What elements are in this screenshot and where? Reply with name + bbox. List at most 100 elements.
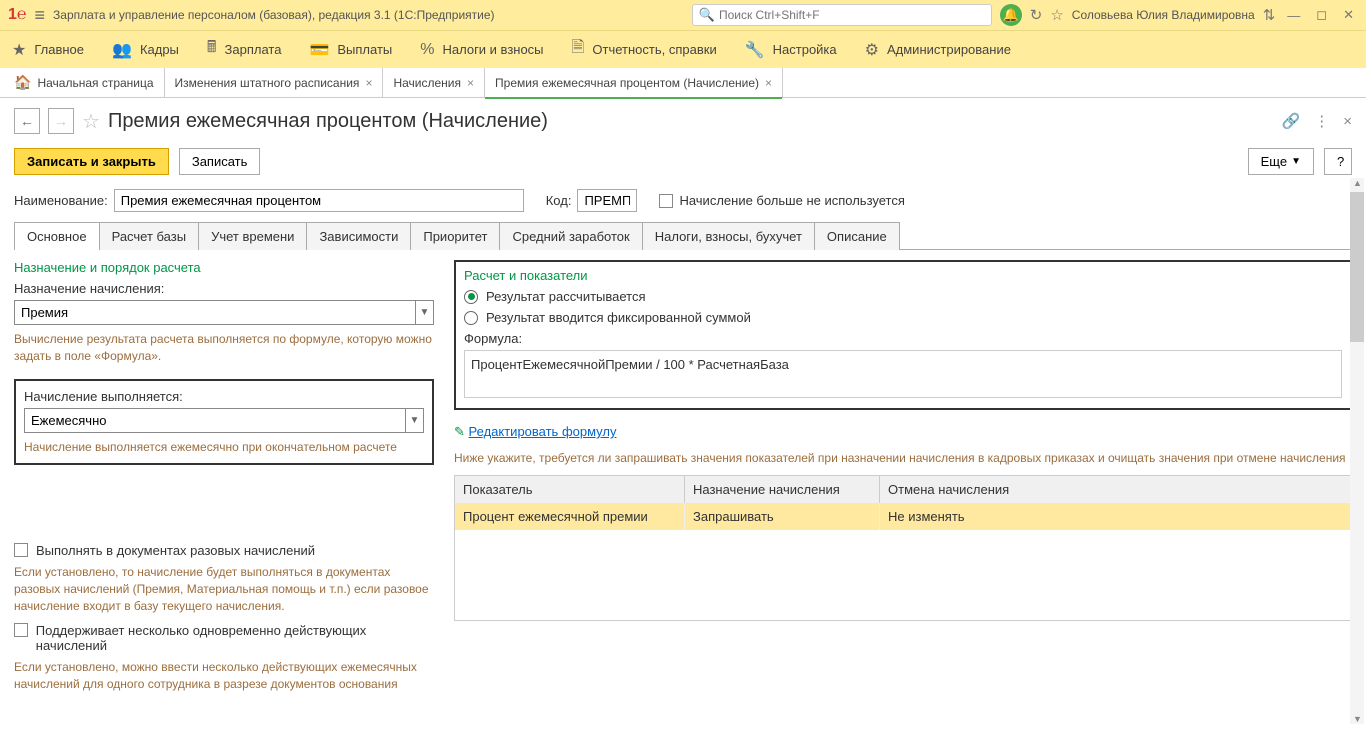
nav-back-button[interactable]: ← [14, 108, 40, 134]
link-icon[interactable]: 🔗 [1282, 112, 1301, 130]
calc-hint: Ниже укажите, требуется ли запрашивать з… [454, 450, 1352, 467]
td-cancel: Не изменять [880, 503, 1351, 530]
app-title: Зарплата и управление персоналом (базова… [53, 8, 495, 22]
assign-input[interactable] [15, 301, 415, 324]
gear-icon: ⚙ [865, 40, 879, 60]
menu-vyplaty[interactable]: 💳Выплаты [309, 40, 392, 60]
perform-input[interactable] [25, 409, 405, 432]
home-icon: 🏠 [14, 74, 31, 91]
wallet-icon: 💳 [309, 40, 329, 60]
close-icon[interactable]: × [365, 76, 372, 90]
cb1-row: Выполнять в документах разовых начислени… [14, 543, 434, 558]
star-icon[interactable]: ☆ [1050, 6, 1063, 24]
ctab-priority[interactable]: Приоритет [410, 222, 500, 250]
perform-select[interactable]: ▼ [24, 408, 424, 433]
not-used-checkbox[interactable] [659, 194, 673, 208]
cb1-checkbox[interactable] [14, 543, 28, 557]
menu-otchet[interactable]: 🗎Отчетность, справки [572, 36, 717, 63]
main-content: Назначение и порядок расчета Назначение … [0, 250, 1366, 743]
perform-box: Начисление выполняется: ▼ Начисление вып… [14, 379, 434, 466]
kebab-icon[interactable]: ⋮ [1314, 112, 1329, 130]
th-indicator: Показатель [455, 476, 685, 503]
cb2-hint: Если установлено, можно ввести несколько… [14, 659, 434, 693]
scrollbar[interactable] [1350, 178, 1364, 724]
section-purpose: Назначение и порядок расчета [14, 260, 434, 275]
scroll-thumb[interactable] [1350, 192, 1364, 342]
radio1-label: Результат рассчитывается [486, 289, 646, 304]
favorite-icon[interactable]: ☆ [82, 109, 100, 134]
menu-nastroika[interactable]: 🔧Настройка [745, 40, 837, 60]
top-bar: 1℮ ≡ Зарплата и управление персоналом (б… [0, 0, 1366, 30]
main-menu: ★Главное 👥Кадры 🖩Зарплата 💳Выплаты %Нало… [0, 30, 1366, 68]
content-tabs: Основное Расчет базы Учет времени Зависи… [14, 222, 1352, 250]
left-column: Назначение и порядок расчета Назначение … [14, 260, 434, 733]
table-header: Показатель Назначение начисления Отмена … [455, 476, 1351, 503]
ctab-desc[interactable]: Описание [814, 222, 900, 250]
ctab-deps[interactable]: Зависимости [306, 222, 411, 250]
th-assign: Назначение начисления [685, 476, 880, 503]
tab-staffing[interactable]: Изменения штатного расписания× [165, 68, 384, 98]
tab-current[interactable]: Премия ежемесячная процентом (Начисление… [485, 68, 783, 98]
table-empty [455, 530, 1351, 620]
page-title: Премия ежемесячная процентом (Начисление… [108, 110, 548, 133]
assign-select[interactable]: ▼ [14, 300, 434, 325]
close-icon[interactable]: × [467, 76, 474, 90]
edit-formula-link[interactable]: Редактировать формулу [469, 424, 617, 439]
radio2[interactable] [464, 311, 478, 325]
menu-kadry[interactable]: 👥Кадры [112, 40, 179, 60]
menu-zarplata[interactable]: 🖩Зарплата [207, 36, 282, 63]
star-filled-icon: ★ [12, 40, 26, 60]
ctab-avg[interactable]: Средний заработок [499, 222, 642, 250]
radio2-row[interactable]: Результат вводится фиксированной суммой [464, 310, 1342, 325]
close-page-icon[interactable]: × [1343, 113, 1352, 130]
menu-nalogi[interactable]: %Налоги и взносы [420, 41, 543, 59]
document-tabs: 🏠Начальная страница Изменения штатного р… [0, 68, 1366, 98]
indicators-table: Показатель Назначение начисления Отмена … [454, 475, 1352, 621]
close-icon[interactable]: ✕ [1339, 7, 1358, 23]
menu-admin[interactable]: ⚙Администрирование [865, 40, 1011, 60]
radio1-row[interactable]: Результат рассчитывается [464, 289, 1342, 304]
calc-box: Расчет и показатели Результат рассчитыва… [454, 260, 1352, 410]
ctab-base[interactable]: Расчет базы [99, 222, 200, 250]
save-button[interactable]: Записать [179, 148, 261, 175]
radio1[interactable] [464, 290, 478, 304]
more-button[interactable]: Еще▼ [1248, 148, 1314, 175]
bell-icon[interactable]: 🔔 [1000, 4, 1022, 26]
tab-home[interactable]: 🏠Начальная страница [4, 68, 165, 98]
code-input[interactable] [577, 189, 637, 212]
assign-hint: Вычисление результата расчета выполняетс… [14, 331, 434, 365]
percent-icon: % [420, 41, 434, 59]
code-label: Код: [546, 193, 572, 208]
close-icon[interactable]: × [765, 76, 772, 90]
cb1-hint: Если установлено, то начисление будет вы… [14, 564, 434, 614]
hamburger-icon[interactable]: ≡ [35, 5, 46, 26]
perform-hint: Начисление выполняется ежемесячно при ок… [24, 439, 424, 456]
maximize-icon[interactable]: ◻ [1312, 7, 1331, 23]
ctab-main[interactable]: Основное [14, 222, 100, 250]
td-assign: Запрашивать [685, 503, 880, 530]
perform-label: Начисление выполняется: [24, 389, 424, 404]
menu-main[interactable]: ★Главное [12, 40, 84, 60]
search-box[interactable]: 🔍 [692, 4, 992, 26]
tab-accruals[interactable]: Начисления× [383, 68, 485, 98]
ctab-tax[interactable]: Налоги, взносы, бухучет [642, 222, 815, 250]
th-cancel: Отмена начисления [880, 476, 1351, 503]
save-close-button[interactable]: Записать и закрыть [14, 148, 169, 175]
name-input[interactable] [114, 189, 524, 212]
search-input[interactable] [719, 8, 985, 22]
chevron-down-icon[interactable]: ▼ [405, 409, 423, 432]
nav-forward-button[interactable]: → [48, 108, 74, 134]
name-row: Наименование: Код: Начисление больше не … [0, 185, 1366, 216]
minimize-icon[interactable]: — [1283, 8, 1304, 23]
formula-box[interactable]: ПроцентЕжемесячнойПремии / 100 * Расчетн… [464, 350, 1342, 398]
chevron-down-icon[interactable]: ▼ [415, 301, 433, 324]
logo-1c: 1℮ [8, 6, 27, 24]
cb2-checkbox[interactable] [14, 623, 28, 637]
filter-icon[interactable]: ⇅ [1263, 6, 1276, 24]
radio2-label: Результат вводится фиксированной суммой [486, 310, 751, 325]
history-icon[interactable]: ↻ [1030, 6, 1043, 24]
section-calc: Расчет и показатели [464, 268, 1342, 283]
table-row[interactable]: Процент ежемесячной премии Запрашивать Н… [455, 503, 1351, 530]
ctab-time[interactable]: Учет времени [198, 222, 307, 250]
help-button[interactable]: ? [1324, 148, 1352, 175]
